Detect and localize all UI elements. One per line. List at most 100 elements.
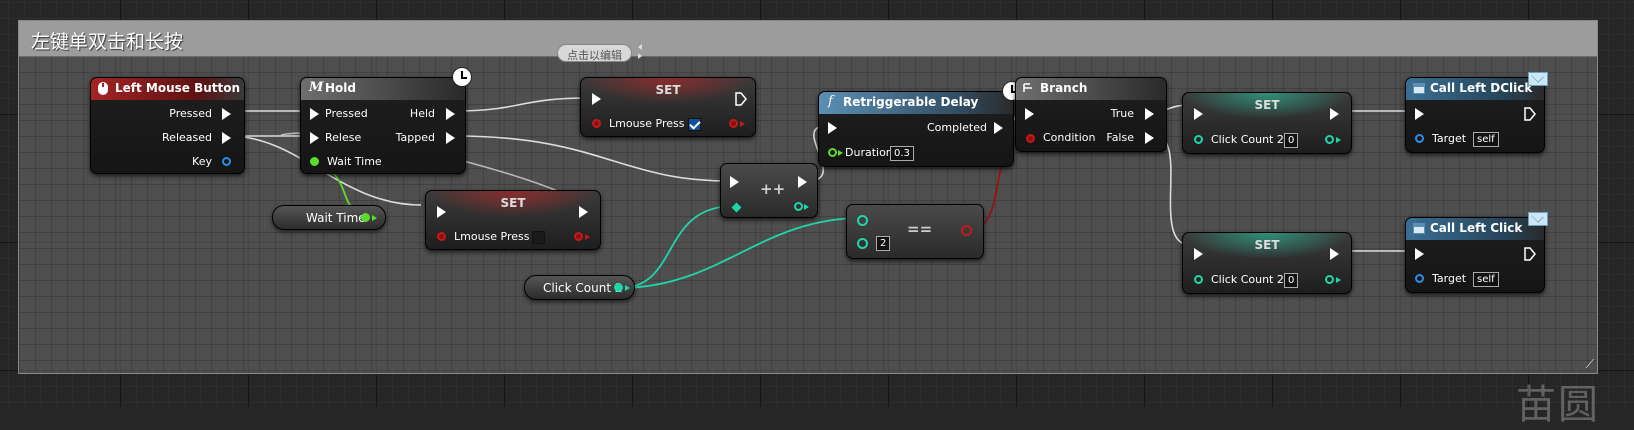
int-out-pin[interactable]	[794, 202, 803, 211]
message-envelope-icon	[1528, 72, 1548, 86]
exec-in-pin[interactable]	[1025, 108, 1034, 120]
target-value-input[interactable]: self	[1473, 132, 1499, 147]
exec-in-pin[interactable]	[828, 122, 837, 134]
exec-in-pin[interactable]	[437, 206, 446, 218]
exec-out-pin-true[interactable]	[1145, 108, 1154, 120]
exec-in-pin[interactable]	[1194, 248, 1203, 260]
int-out-pin[interactable]	[1325, 275, 1334, 284]
wire-int	[619, 205, 735, 289]
lmouse-press-checkbox-unchecked[interactable]	[532, 231, 545, 244]
node-left-mouse-button[interactable]: Left Mouse Button Pressed Released Key	[90, 77, 245, 174]
pin-label-var: Click Count 2	[1211, 273, 1284, 286]
exec-out-pin[interactable]	[735, 92, 747, 106]
set-title: SET	[500, 196, 526, 210]
node-header: Left Mouse Button	[91, 78, 244, 100]
pin-label-target: Target	[1432, 132, 1467, 145]
int-in-pin[interactable]	[1194, 275, 1203, 284]
exec-out-pin[interactable]	[1330, 248, 1339, 260]
exec-out-pin-false[interactable]	[1145, 132, 1154, 144]
exec-in-pin-relese[interactable]	[310, 132, 319, 144]
compare-value-input[interactable]: 2	[876, 236, 891, 251]
node-title: Call Left DClick	[1430, 81, 1533, 95]
node-set-lmouse-press-false[interactable]: SET Lmouse Press	[425, 190, 601, 250]
duration-in-pin[interactable]	[828, 148, 837, 157]
node-call-left-dclick[interactable]: Call Left DClick Target self	[1405, 77, 1545, 153]
key-out-pin[interactable]	[222, 157, 231, 166]
exec-in-pin[interactable]	[1415, 108, 1424, 120]
operator-label: ++	[760, 180, 786, 198]
edit-tooltip[interactable]: 点击以编辑	[557, 44, 632, 62]
pin-label-false: False	[1106, 131, 1134, 144]
exec-in-pin[interactable]	[592, 93, 601, 105]
int-ref-in-pin[interactable]	[731, 202, 742, 213]
pin-label-var: Click Count 2	[1211, 133, 1284, 146]
exec-out-pin[interactable]	[1524, 247, 1536, 261]
pin-label-key: Key	[192, 155, 212, 168]
set-title: SET	[1254, 98, 1280, 112]
pin-label-var: Lmouse Press	[609, 117, 685, 130]
int-out-pin[interactable]	[1325, 135, 1334, 144]
node-branch[interactable]: Branch Condition True False	[1015, 77, 1167, 152]
pin-label-relese: Relese	[325, 131, 362, 144]
click-count-value-input[interactable]: 0	[1284, 273, 1299, 288]
message-envelope-icon	[1528, 212, 1548, 226]
pin-arrow-icon	[1336, 137, 1341, 143]
node-hold-macro[interactable]: M Hold Pressed Relese Wait Time Held Tap…	[300, 77, 466, 174]
exec-out-pin-tapped[interactable]	[446, 132, 455, 144]
wait-time-in-pin[interactable]	[310, 157, 319, 166]
node-header: f Retriggerable Delay	[819, 92, 1013, 114]
variable-label: Click Count 2	[543, 281, 623, 295]
exec-out-pin-pressed[interactable]	[222, 108, 231, 120]
operator-label: ==	[907, 220, 933, 238]
exec-in-pin[interactable]	[730, 176, 739, 188]
lmouse-press-checkbox-checked[interactable]	[688, 118, 701, 131]
target-value-input[interactable]: self	[1473, 272, 1499, 287]
tooltip-controls-icon[interactable]	[636, 42, 644, 62]
bool-out-pin[interactable]	[574, 232, 583, 241]
exec-in-pin[interactable]	[1194, 108, 1203, 120]
node-title: Hold	[325, 81, 356, 95]
int-in-pin[interactable]	[1194, 135, 1203, 144]
wire-int	[619, 217, 863, 289]
exec-out-pin-released[interactable]	[222, 132, 231, 144]
exec-out-pin[interactable]	[1330, 108, 1339, 120]
wait-time-out-pin[interactable]	[361, 213, 370, 222]
function-call-icon	[1413, 83, 1425, 94]
node-title: Call Left Click	[1430, 221, 1523, 235]
exec-out-pin-completed[interactable]	[994, 122, 1003, 134]
click-count-out-pin[interactable]	[614, 283, 623, 292]
node-equals[interactable]: 2 ==	[846, 204, 984, 259]
exec-out-pin-held[interactable]	[446, 108, 455, 120]
exec-out-pin[interactable]	[579, 206, 588, 218]
int-in-pin-b[interactable]	[857, 238, 868, 249]
bool-in-pin[interactable]	[592, 119, 601, 128]
bool-in-pin[interactable]	[437, 232, 446, 241]
node-click-count-2-variable[interactable]: Click Count 2	[524, 275, 635, 300]
node-title: Left Mouse Button	[115, 81, 241, 95]
node-call-left-click[interactable]: Call Left Click Target self	[1405, 217, 1545, 293]
node-set-click-count-false[interactable]: SET Click Count 2 0	[1182, 232, 1352, 294]
target-in-pin[interactable]	[1415, 134, 1424, 143]
node-retriggerable-delay[interactable]: f Retriggerable Delay Completed Duration…	[818, 91, 1014, 167]
target-in-pin[interactable]	[1415, 274, 1424, 283]
pin-label-completed: Completed	[927, 121, 987, 134]
node-increment[interactable]: ++	[720, 163, 818, 218]
bool-out-pin[interactable]	[729, 119, 738, 128]
condition-in-pin[interactable]	[1026, 134, 1035, 143]
node-header: Call Left DClick	[1406, 78, 1544, 100]
exec-in-pin-pressed[interactable]	[310, 108, 319, 120]
pin-arrow-icon	[838, 150, 843, 156]
node-wait-time-variable[interactable]: Wait Time	[272, 205, 386, 230]
pin-arrow-icon	[585, 234, 590, 240]
function-call-icon	[1413, 223, 1425, 234]
click-count-value-input[interactable]: 0	[1284, 133, 1299, 148]
exec-out-pin[interactable]	[1524, 107, 1536, 121]
duration-value-input[interactable]: 0.3	[890, 146, 914, 161]
exec-in-pin[interactable]	[1415, 248, 1424, 260]
node-set-click-count-true[interactable]: SET Click Count 2 0	[1182, 92, 1352, 154]
bool-out-pin[interactable]	[961, 225, 972, 236]
int-in-pin-a[interactable]	[857, 215, 868, 226]
node-set-lmouse-press-true[interactable]: SET Lmouse Press	[580, 77, 756, 137]
exec-out-pin[interactable]	[798, 176, 807, 188]
pin-label-true: True	[1110, 107, 1134, 120]
